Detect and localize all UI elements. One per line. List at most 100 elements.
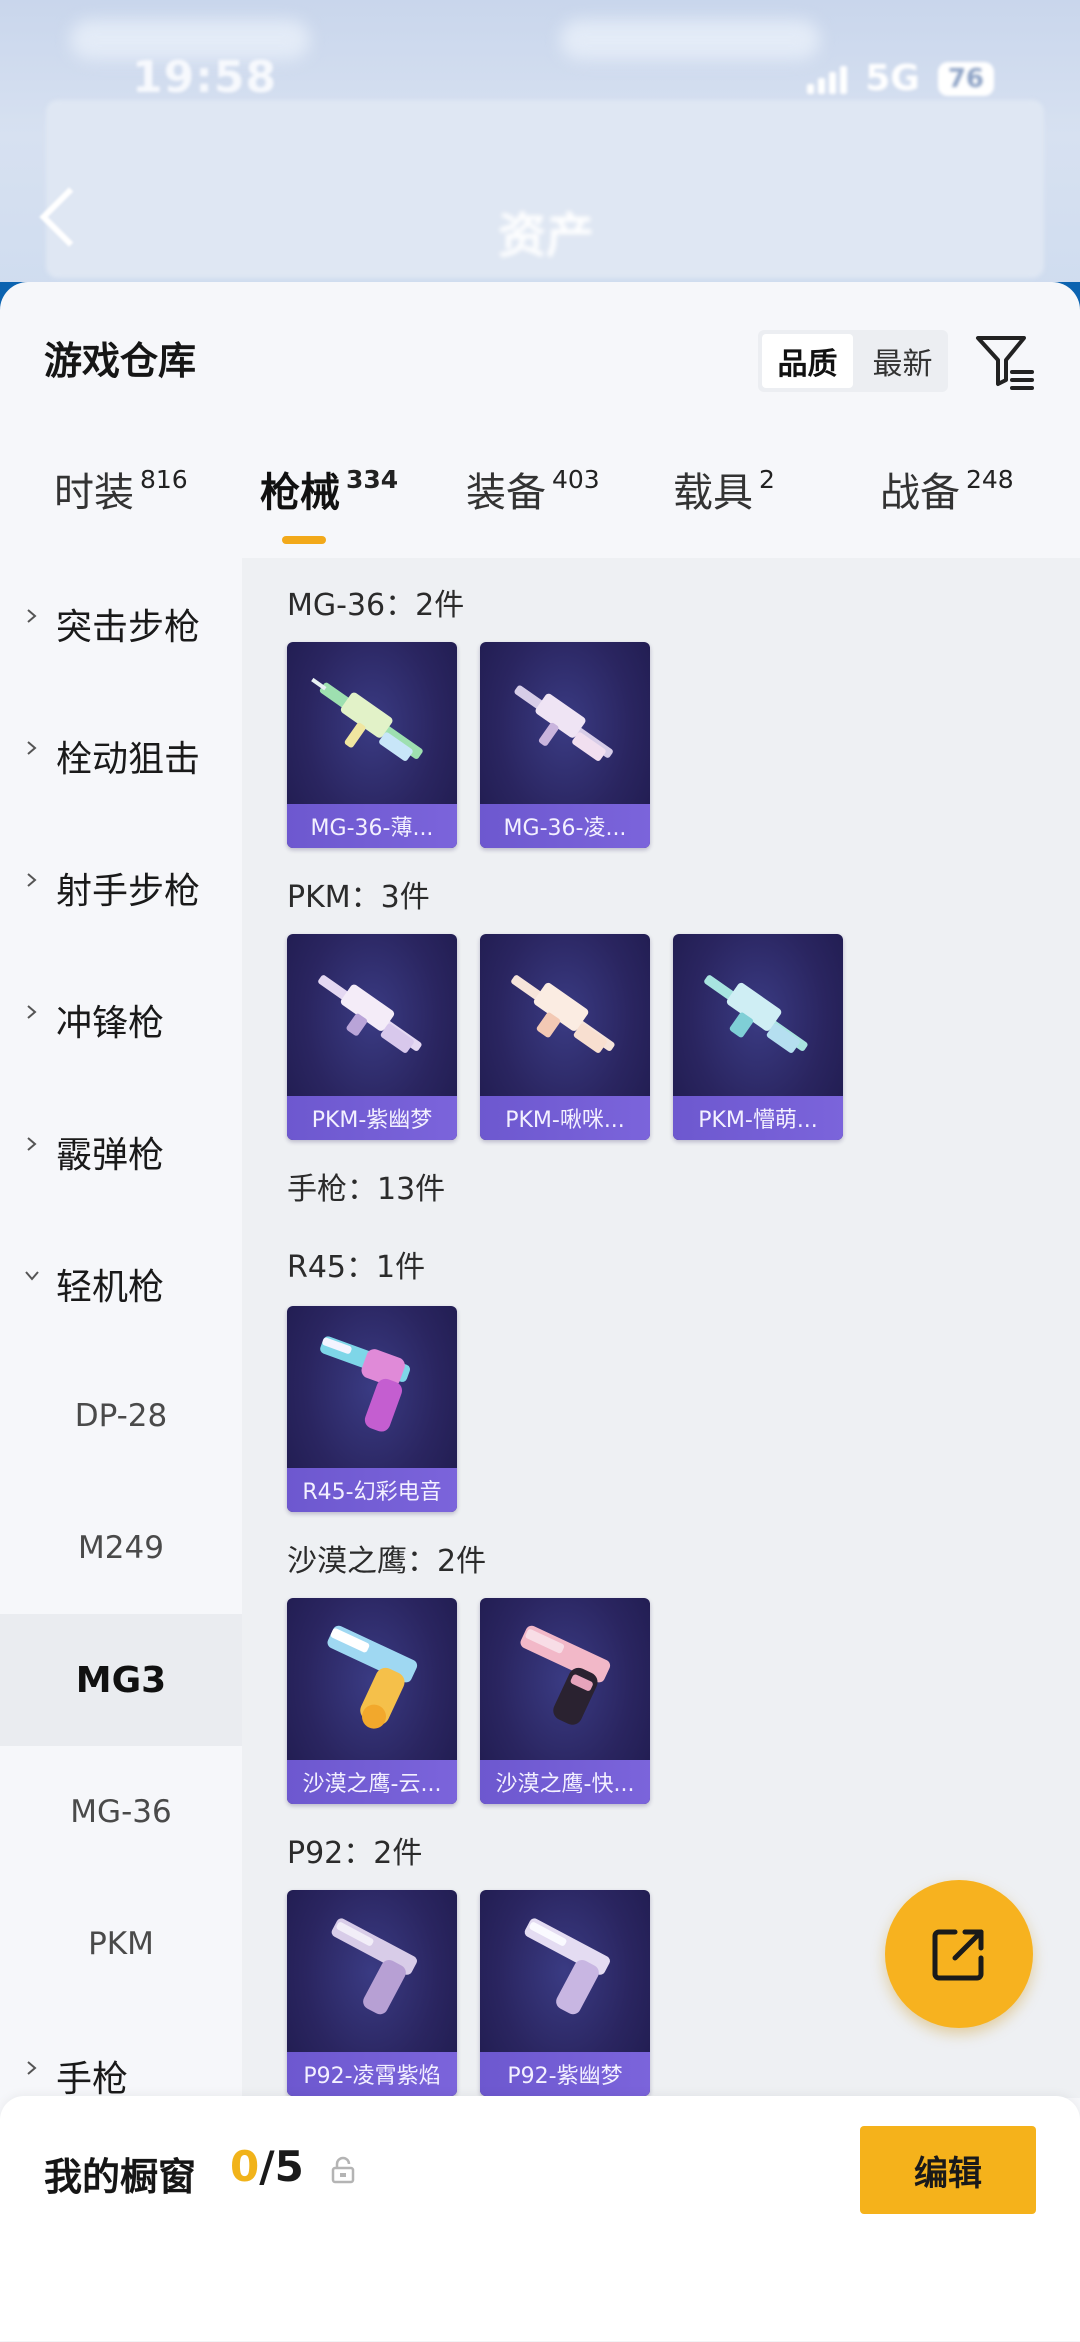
chevron-right-icon xyxy=(27,1005,37,1019)
showcase-max: 5 xyxy=(274,2142,304,2191)
item-card[interactable]: P92-凌霄紫焰 xyxy=(287,1890,457,2096)
machine-gun-icon xyxy=(318,975,422,1053)
pistol-icon xyxy=(524,1918,610,2015)
top-header: 19:58 5G 76 资产 xyxy=(0,0,1080,300)
lock-icon xyxy=(330,2156,356,2184)
sidebar-sub-pkm[interactable]: PKM xyxy=(0,1878,242,2010)
tab-label: 装备 xyxy=(466,470,546,516)
sidebar-sub-mg3[interactable]: MG3 xyxy=(0,1614,242,1746)
sidebar-item-label: 射手步枪 xyxy=(56,871,201,912)
tab-label: 载具 xyxy=(673,470,753,516)
sidebar-item-label: 栓动狙击 xyxy=(56,739,201,780)
pistol-icon xyxy=(327,1625,418,1729)
item-card[interactable]: MG-36-凌... xyxy=(480,642,650,848)
network-type: 5G xyxy=(865,58,920,99)
item-name: PKM-懵萌... xyxy=(698,1108,818,1133)
item-name: P92-紫幽梦 xyxy=(507,2064,623,2089)
sidebar-item-assault-rifle[interactable]: 突击步枪 xyxy=(0,558,242,690)
category-tabs: 时装 816 枪械 334 装备 403 载具 2 战备 248 xyxy=(0,460,1080,560)
item-card[interactable]: P92-紫幽梦 xyxy=(480,1890,650,2096)
machine-gun-icon xyxy=(311,677,423,761)
sort-newest[interactable]: 最新 xyxy=(857,330,948,392)
sidebar-item-shotgun[interactable]: 霰弹枪 xyxy=(0,1086,242,1218)
tab-equipment[interactable]: 装备 403 xyxy=(466,460,600,518)
sidebar-item-lmg[interactable]: 轻机枪 xyxy=(0,1218,242,1350)
machine-gun-icon xyxy=(514,685,613,761)
chevron-right-icon xyxy=(27,741,37,755)
showcase-count: 0/5 xyxy=(230,2142,304,2191)
chevron-down-icon xyxy=(25,1271,39,1281)
edit-button[interactable]: 编辑 xyxy=(860,2126,1036,2214)
item-card[interactable]: MG-36-薄... xyxy=(287,642,457,848)
tab-count: 248 xyxy=(966,465,1014,494)
chevron-right-icon xyxy=(27,873,37,887)
tab-fashion[interactable]: 时装 816 xyxy=(54,460,188,518)
sidebar-item-label: 突击步枪 xyxy=(56,607,201,648)
sidebar-item-label: 霰弹枪 xyxy=(56,1135,165,1176)
status-icons: 5G 76 xyxy=(807,58,994,99)
group-title: 手枪：13件 xyxy=(287,1172,446,1207)
group-title: P92：2件 xyxy=(287,1836,423,1871)
tab-count: 334 xyxy=(346,465,399,494)
item-card[interactable]: PKM-懵萌... xyxy=(673,934,843,1140)
signal-icon xyxy=(807,64,848,94)
tab-label: 时装 xyxy=(54,470,134,516)
group-title: PKM：3件 xyxy=(287,880,430,915)
revolver-icon xyxy=(320,1336,410,1432)
tab-vehicles[interactable]: 载具 2 xyxy=(673,460,775,518)
item-card[interactable]: PKM-啾咪... xyxy=(480,934,650,1140)
group-title: 沙漠之鹰：2件 xyxy=(287,1544,487,1579)
item-name: R45-幻彩电音 xyxy=(302,1480,442,1505)
sidebar-item-bolt-sniper[interactable]: 栓动狙击 xyxy=(0,690,242,822)
machine-gun-icon xyxy=(511,975,615,1053)
tab-count: 2 xyxy=(759,465,775,494)
showcase-separator: / xyxy=(259,2142,275,2191)
sidebar-item-label: 冲锋枪 xyxy=(56,1003,165,1044)
sidebar-sub-mg36[interactable]: MG-36 xyxy=(0,1746,242,1878)
share-button[interactable] xyxy=(885,1880,1033,2028)
nav-title: 资产 xyxy=(498,208,595,264)
sidebar-item-label: 轻机枪 xyxy=(56,1267,165,1308)
pistol-icon xyxy=(520,1625,611,1725)
chevron-right-icon xyxy=(27,1137,37,1151)
tab-supplies[interactable]: 战备 248 xyxy=(880,460,1014,518)
group-title: R45：1件 xyxy=(287,1250,426,1285)
tab-guns[interactable]: 枪械 334 xyxy=(260,460,398,518)
sort-toggle: 品质 最新 xyxy=(758,330,948,392)
tab-label: 枪械 xyxy=(260,470,340,516)
machine-gun-icon xyxy=(704,975,808,1053)
sidebar-item-label: 手枪 xyxy=(56,2059,129,2100)
sort-quality[interactable]: 品质 xyxy=(762,334,853,388)
chevron-right-icon xyxy=(27,609,37,623)
sidebar-sub-m249[interactable]: M249 xyxy=(0,1482,242,1614)
item-card[interactable]: 沙漠之鹰-云... xyxy=(287,1598,457,1804)
item-name: PKM-紫幽梦 xyxy=(311,1108,433,1133)
item-card[interactable]: 沙漠之鹰-快... xyxy=(480,1598,650,1804)
sidebar-item-marksman-rifle[interactable]: 射手步枪 xyxy=(0,822,242,954)
showcase-label: 我的橱窗 xyxy=(44,2155,197,2199)
chevron-right-icon xyxy=(27,2061,37,2075)
item-name: MG-36-薄... xyxy=(310,816,434,841)
tab-count: 816 xyxy=(140,465,188,494)
item-name: 沙漠之鹰-快... xyxy=(495,1772,635,1797)
tab-active-indicator xyxy=(282,536,326,544)
blurred-text xyxy=(560,20,820,60)
showcase-current: 0 xyxy=(230,2142,260,2191)
item-card[interactable]: PKM-紫幽梦 xyxy=(287,934,457,1140)
sidebar-sub-dp28[interactable]: DP-28 xyxy=(0,1350,242,1482)
item-name: P92-凌霄紫焰 xyxy=(303,2064,441,2089)
item-name: 沙漠之鹰-云... xyxy=(302,1772,442,1797)
filter-icon[interactable] xyxy=(972,330,1036,392)
tab-label: 战备 xyxy=(880,470,960,516)
pistol-icon xyxy=(331,1918,417,2015)
item-name: PKM-啾咪... xyxy=(505,1108,625,1133)
item-name: MG-36-凌... xyxy=(503,816,627,841)
battery-level: 76 xyxy=(937,61,994,96)
share-icon xyxy=(932,1929,984,1981)
page-title: 游戏仓库 xyxy=(44,339,197,383)
item-card[interactable]: R45-幻彩电音 xyxy=(287,1306,457,1512)
sidebar-item-smg[interactable]: 冲锋枪 xyxy=(0,954,242,1086)
status-time: 19:58 xyxy=(132,52,278,103)
tab-count: 403 xyxy=(552,465,600,494)
group-title: MG-36：2件 xyxy=(287,588,465,623)
